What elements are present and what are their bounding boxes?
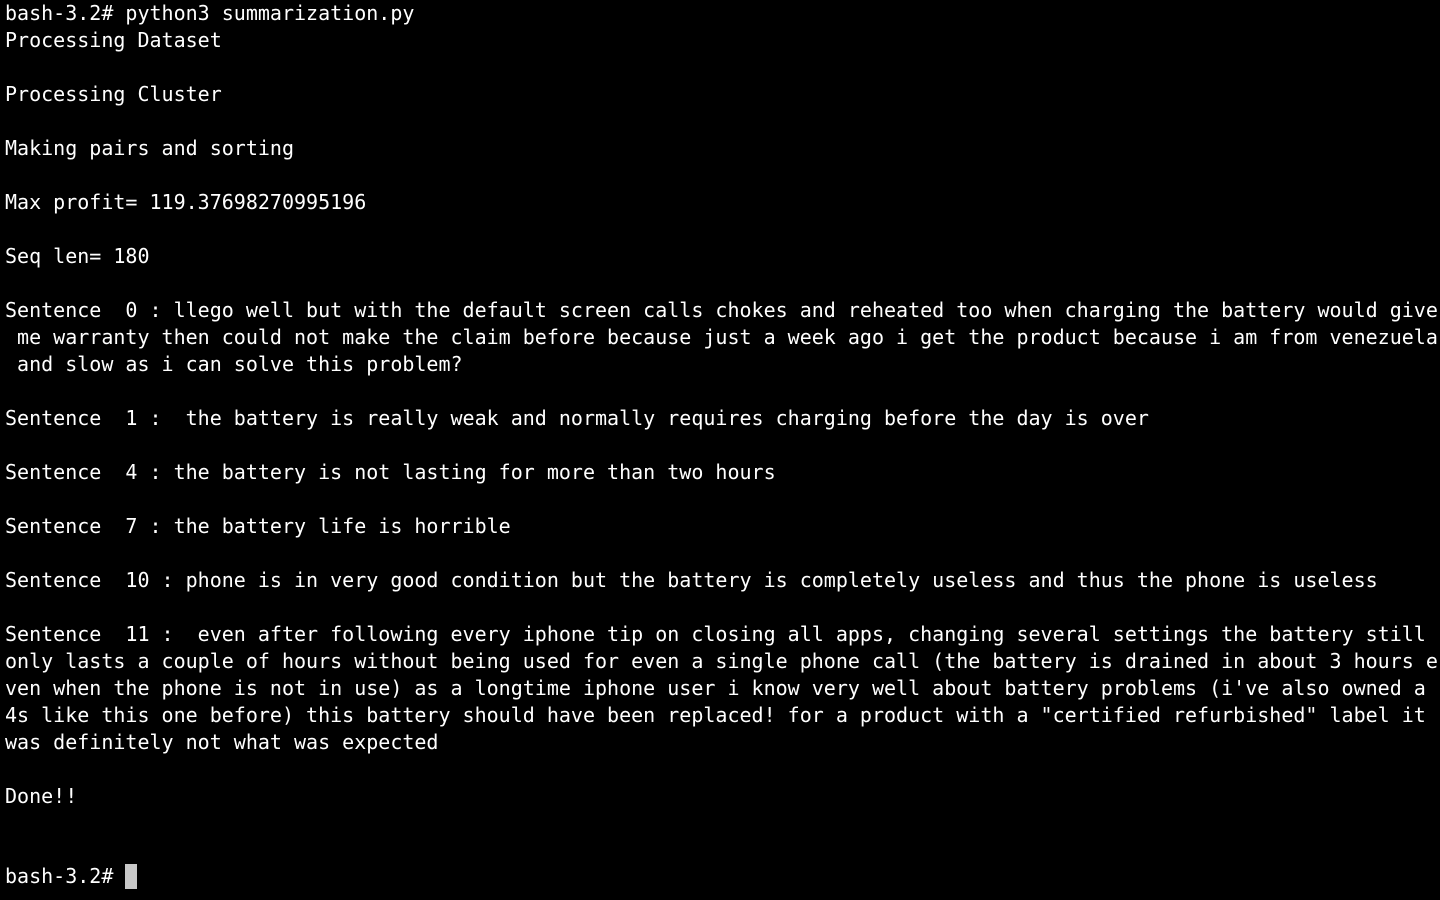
output-line: Sentence 7 : the battery life is horribl… xyxy=(5,514,511,538)
output-line: ven when the phone is not in use) as a l… xyxy=(5,676,1426,700)
output-line: me warranty then could not make the clai… xyxy=(5,325,1438,349)
output-line: Seq len= 180 xyxy=(5,244,150,268)
shell-prompt: bash-3.2# xyxy=(5,864,114,888)
output-line: Sentence 10 : phone is in very good cond… xyxy=(5,568,1378,592)
output-line: Done!! xyxy=(5,784,78,808)
output-line: Sentence 0 : llego well but with the def… xyxy=(5,298,1438,322)
active-prompt-line[interactable]: bash-3.2# xyxy=(5,863,138,890)
output-line: Max profit= 119.37698270995196 xyxy=(5,190,367,214)
command-line: bash-3.2# python3 summarization.py xyxy=(5,1,415,25)
output-line: Sentence 4 : the battery is not lasting … xyxy=(5,460,776,484)
output-line: Processing Cluster xyxy=(5,82,222,106)
output-line: was definitely not what was expected xyxy=(5,730,439,754)
output-line: Processing Dataset xyxy=(5,28,222,52)
output-line: 4s like this one before) this battery sh… xyxy=(5,703,1426,727)
output-line: Making pairs and sorting xyxy=(5,136,294,160)
output-line: Sentence 11 : even after following every… xyxy=(5,622,1426,646)
output-line: and slow as i can solve this problem? xyxy=(5,352,463,376)
output-line: Sentence 1 : the battery is really weak … xyxy=(5,406,1149,430)
output-line: only lasts a couple of hours without bei… xyxy=(5,649,1438,673)
text-cursor xyxy=(125,864,138,889)
terminal-window[interactable]: bash-3.2# python3 summarization.py Proce… xyxy=(0,0,1440,900)
